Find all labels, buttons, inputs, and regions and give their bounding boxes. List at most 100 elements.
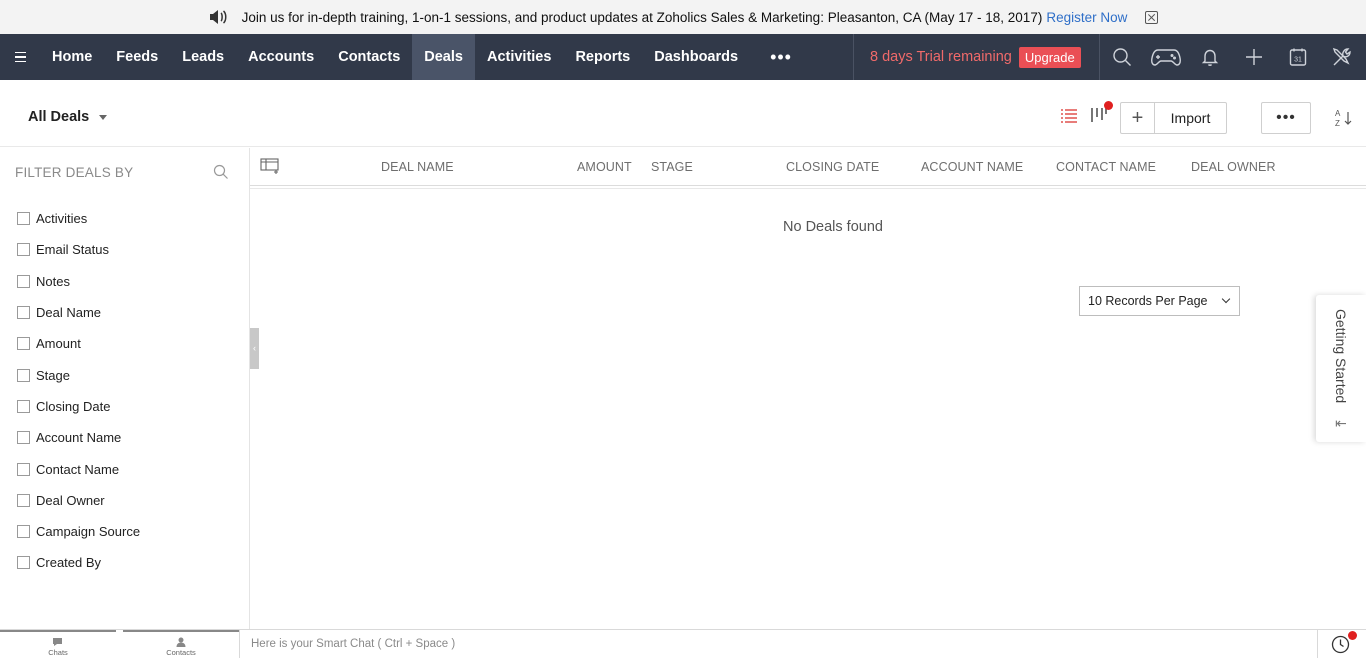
svg-text:31: 31: [1294, 57, 1302, 64]
register-now-link[interactable]: Register Now: [1046, 10, 1127, 25]
list-toolbar: All Deals + Import ••• A Z: [0, 80, 1366, 147]
column-deal-name[interactable]: DEAL NAME: [381, 160, 454, 174]
import-button[interactable]: Import: [1155, 103, 1226, 133]
collapse-arrow-icon: ⇤: [1335, 415, 1347, 431]
search-icon[interactable]: [1100, 34, 1144, 80]
import-button-group: + Import: [1120, 102, 1227, 134]
filter-label: Contact Name: [36, 461, 120, 477]
tab-accounts[interactable]: Accounts: [236, 34, 326, 80]
filter-label: Deal Name: [36, 305, 102, 321]
calendar-icon[interactable]: 31: [1276, 34, 1320, 80]
create-deal-button[interactable]: +: [1121, 103, 1155, 133]
column-amount[interactable]: AMOUNT: [577, 160, 632, 174]
deals-table: DEAL NAME AMOUNT STAGE CLOSING DATE ACCO…: [250, 148, 1366, 629]
list-view-icon[interactable]: [1060, 108, 1078, 124]
contacts-button[interactable]: Contacts: [123, 630, 239, 658]
svg-text:Z: Z: [1335, 119, 1340, 128]
contact-icon: [176, 637, 186, 647]
more-tabs-button[interactable]: •••: [750, 34, 810, 80]
bell-icon[interactable]: [1188, 34, 1232, 80]
chats-label: Chats: [48, 648, 68, 657]
tab-reports[interactable]: Reports: [563, 34, 642, 80]
menu-icon[interactable]: [0, 34, 40, 80]
clock-icon[interactable]: [1331, 631, 1357, 654]
filter-label: Account Name: [36, 430, 122, 446]
records-per-page-value: 10 Records Per Page: [1088, 294, 1208, 308]
column-account-name[interactable]: ACCOUNT NAME: [921, 160, 1023, 174]
chat-icon: [53, 638, 62, 646]
caret-down-icon: [99, 114, 108, 120]
upgrade-button[interactable]: Upgrade: [1018, 46, 1081, 68]
plus-icon[interactable]: [1232, 34, 1276, 80]
filter-campaign-source[interactable]: Campaign Source: [17, 516, 140, 547]
checkbox[interactable]: [17, 431, 30, 445]
column-closing-date[interactable]: CLOSING DATE: [786, 160, 879, 174]
kanban-view-icon[interactable]: [1090, 101, 1113, 124]
trial-banner: 8 days Trial remaining Upgrade: [853, 34, 1100, 80]
notification-dot: [1348, 631, 1357, 640]
tab-deals[interactable]: Deals: [412, 34, 475, 80]
checkbox[interactable]: [17, 493, 30, 507]
filter-label: Stage: [36, 367, 70, 383]
checkbox[interactable]: [17, 462, 30, 476]
checkbox[interactable]: [17, 337, 30, 351]
tab-activities[interactable]: Activities: [475, 34, 563, 80]
filter-email-status[interactable]: Email Status: [17, 234, 140, 265]
filter-deal-name[interactable]: Deal Name: [17, 297, 140, 328]
filter-contact-name[interactable]: Contact Name: [17, 453, 140, 484]
filter-label: Activities: [36, 211, 88, 227]
announcement-bar: Join us for in-depth training, 1-on-1 se…: [0, 0, 1366, 34]
checkbox[interactable]: [17, 306, 30, 320]
checkbox[interactable]: [17, 525, 30, 539]
filter-label: Notes: [36, 273, 70, 289]
column-deal-owner[interactable]: DEAL OWNER: [1191, 160, 1276, 174]
filter-closing-date[interactable]: Closing Date: [17, 391, 140, 422]
contacts-label: Contacts: [166, 648, 196, 657]
filter-sidebar: FILTER DEALS BY Activities Email Status …: [0, 148, 250, 629]
filter-notes[interactable]: Notes: [17, 266, 140, 297]
records-per-page-select[interactable]: 10 Records Per Page: [1079, 286, 1240, 316]
checkbox[interactable]: [17, 212, 30, 226]
filter-label: Campaign Source: [36, 524, 141, 540]
tab-home[interactable]: Home: [40, 34, 104, 80]
checkbox[interactable]: [17, 274, 30, 288]
filter-deal-owner[interactable]: Deal Owner: [17, 485, 140, 516]
filter-amount[interactable]: Amount: [17, 328, 140, 359]
filter-activities[interactable]: Activities: [17, 203, 140, 234]
column-stage[interactable]: STAGE: [651, 160, 693, 174]
checkbox[interactable]: [17, 243, 30, 257]
column-contact-name[interactable]: CONTACT NAME: [1056, 160, 1156, 174]
filter-stage[interactable]: Stage: [17, 359, 140, 390]
checkbox[interactable]: [17, 399, 30, 413]
table-header: DEAL NAME AMOUNT STAGE CLOSING DATE ACCO…: [250, 148, 1366, 189]
filter-account-name[interactable]: Account Name: [17, 422, 140, 453]
checkbox[interactable]: [17, 556, 30, 570]
filter-list: Activities Email Status Notes Deal Name …: [17, 203, 140, 579]
filter-label: Email Status: [36, 242, 109, 258]
trial-remaining-text: 8 days Trial remaining: [870, 49, 1012, 65]
view-selector[interactable]: All Deals: [28, 109, 108, 125]
checkbox[interactable]: [17, 368, 30, 382]
tools-icon[interactable]: [1320, 34, 1364, 80]
tab-feeds[interactable]: Feeds: [104, 34, 170, 80]
more-actions-button[interactable]: •••: [1261, 102, 1311, 134]
search-icon[interactable]: [213, 164, 229, 180]
close-announcement-icon[interactable]: [1145, 10, 1159, 24]
notification-dot: [1104, 101, 1113, 110]
svg-text:A: A: [1335, 109, 1341, 118]
gamepad-icon[interactable]: [1144, 34, 1188, 80]
speaker-icon: [209, 10, 227, 24]
chats-button[interactable]: Chats: [0, 630, 116, 658]
sort-az-icon[interactable]: A Z: [1333, 107, 1355, 129]
smart-chat-input[interactable]: Here is your Smart Chat ( Ctrl + Space ): [239, 630, 1318, 658]
column-settings-icon[interactable]: [260, 158, 280, 174]
filter-title: FILTER DEALS BY: [15, 165, 134, 180]
module-tabs: Home Feeds Leads Accounts Contacts Deals…: [40, 34, 810, 80]
filter-created-by[interactable]: Created By: [17, 547, 140, 578]
tab-dashboards[interactable]: Dashboards: [642, 34, 750, 80]
chevron-down-icon: [1221, 294, 1231, 304]
tab-leads[interactable]: Leads: [170, 34, 236, 80]
bottom-bar: Chats Contacts Here is your Smart Chat (…: [0, 629, 1366, 658]
tab-contacts[interactable]: Contacts: [326, 34, 412, 80]
getting-started-tab[interactable]: Getting Started ⇤: [1316, 295, 1366, 442]
